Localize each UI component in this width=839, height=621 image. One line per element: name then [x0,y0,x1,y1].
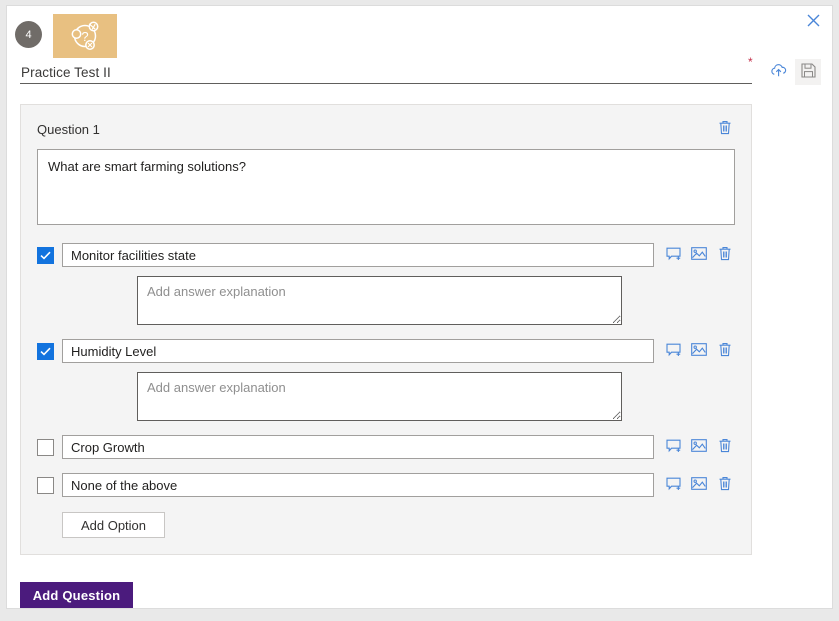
add-comment-button[interactable] [663,341,683,361]
option-row [37,472,735,498]
delete-option-button[interactable] [715,341,735,361]
question-text-input[interactable] [37,149,735,225]
option-explanation-input[interactable] [137,372,622,421]
option-row [37,338,735,364]
header-actions [765,59,821,85]
step-badge-number: 4 [25,28,32,41]
add-image-button[interactable] [689,437,709,457]
add-image-button[interactable] [689,341,709,361]
option-actions [663,437,735,457]
title-underline [20,83,752,84]
option-correct-checkbox[interactable] [37,476,54,494]
trash-icon [718,246,732,264]
trash-icon [718,438,732,456]
editor-header: 4 ? Practice Test II * [7,6,832,91]
delete-option-button[interactable] [715,475,735,495]
save-button[interactable] [795,59,821,85]
add-comment-button[interactable] [663,437,683,457]
quiz-title: Practice Test II [21,65,111,80]
check-icon [40,248,51,263]
add-image-icon [691,343,707,359]
option-text-input[interactable] [62,339,654,363]
option-explanation-input[interactable] [137,276,622,325]
publish-button[interactable] [765,59,791,85]
add-comment-button[interactable] [663,245,683,265]
option-text-input[interactable] [62,243,654,267]
svg-text:?: ? [81,29,88,44]
question-card: Question 1 What are smart farming soluti… [20,104,752,555]
option-actions [663,475,735,495]
required-asterisk: * [748,55,753,69]
trash-icon [718,476,732,494]
add-image-icon [691,477,707,493]
option-correct-checkbox[interactable] [37,342,54,360]
add-option-button[interactable]: Add Option [62,512,165,538]
option-actions [663,341,735,361]
add-option-wrap: Add Option [37,512,735,538]
quiz-editor-window: 4 ? Practice Test II * Question 1 What a… [6,5,833,609]
delete-option-button[interactable] [715,437,735,457]
option-row [37,242,735,268]
add-image-button[interactable] [689,475,709,495]
options-list: Add Option [37,242,735,538]
option-actions [663,245,735,265]
check-icon [40,344,51,359]
add-comment-icon [665,439,681,456]
trash-icon [718,342,732,360]
option-explanation-wrap [37,372,735,424]
option-row [37,434,735,460]
option-explanation-wrap [37,276,735,328]
add-comment-icon [665,477,681,494]
option-spacer [37,460,735,472]
add-comment-icon [665,247,681,264]
trash-icon [718,120,732,138]
quiz-icon: ? [68,20,102,53]
publish-icon [770,63,787,81]
delete-option-button[interactable] [715,245,735,265]
option-correct-checkbox[interactable] [37,246,54,264]
delete-question-button[interactable] [715,119,735,139]
question-label: Question 1 [37,121,100,137]
add-question-button[interactable]: Add Question [20,582,133,608]
option-text-input[interactable] [62,473,654,497]
save-icon [800,63,816,81]
option-text-input[interactable] [62,435,654,459]
add-image-button[interactable] [689,245,709,265]
add-comment-button[interactable] [663,475,683,495]
question-card-header: Question 1 [37,119,735,139]
add-comment-icon [665,343,681,360]
add-image-icon [691,247,707,263]
step-badge: 4 [15,21,42,48]
add-image-icon [691,439,707,455]
quiz-type-tile[interactable]: ? [53,14,117,58]
option-correct-checkbox[interactable] [37,438,54,456]
